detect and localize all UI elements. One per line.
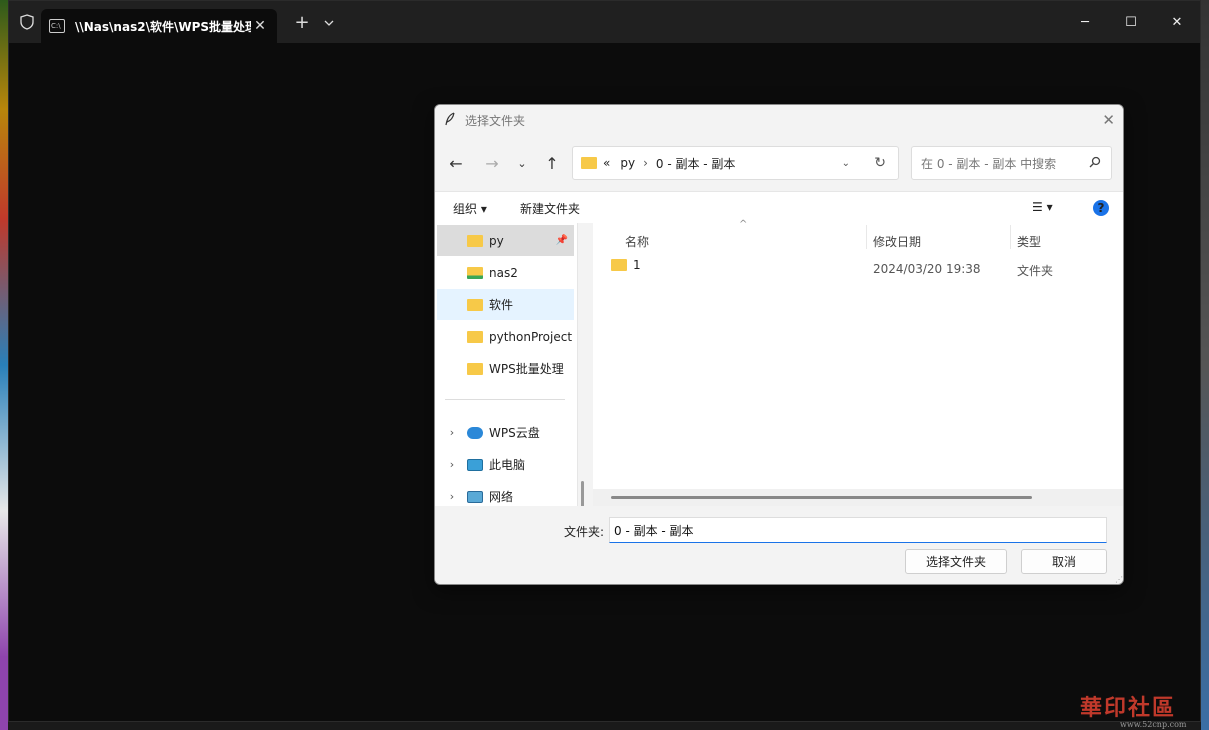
divider — [445, 399, 565, 400]
row-name: 1 — [633, 258, 641, 272]
row-date: 2024/03/20 19:38 — [873, 262, 981, 276]
nav-item-software[interactable]: 软件 — [437, 289, 574, 320]
maximize-button[interactable]: ☐ — [1108, 1, 1154, 43]
nav-item-label: pythonProject — [489, 329, 573, 344]
desktop-background-right — [1201, 0, 1209, 730]
nav-item-label: py — [489, 233, 504, 248]
folder-icon — [581, 157, 597, 169]
watermark-logo: 華印社區 www.52cnp.com — [1080, 690, 1187, 729]
folder-icon — [611, 259, 627, 271]
new-folder-button[interactable]: 新建文件夹 — [520, 200, 580, 217]
breadcrumb-separator-icon: › — [643, 156, 648, 170]
sort-arrow-icon: ^ — [739, 219, 748, 230]
nav-item-this-pc[interactable]: › 此电脑 — [437, 449, 574, 480]
up-arrow-icon[interactable]: ↑ — [537, 154, 567, 173]
tab-close-icon[interactable]: ✕ — [251, 18, 269, 34]
nav-item-nas2[interactable]: nas2 — [437, 257, 574, 288]
folder-icon — [467, 362, 483, 375]
tab-bar: C:\ \\Nas\nas2\软件\WPS批量处理 ✕ + ─ ☐ ✕ — [9, 1, 1200, 43]
nav-item-wps-cloud[interactable]: › WPS云盘 — [437, 417, 574, 448]
folder-icon — [467, 234, 483, 247]
tab-title: \\Nas\nas2\软件\WPS批量处理 — [75, 19, 251, 34]
nav-item-pythonproject[interactable]: pythonProject — [437, 321, 574, 352]
minimize-button[interactable]: ─ — [1062, 1, 1108, 43]
folder-icon — [467, 330, 483, 343]
dialog-footer: 文件夹: 0 - 副本 - 副本 选择文件夹 取消 ⋰ — [435, 506, 1123, 584]
dialog-close-icon[interactable]: ✕ — [1102, 111, 1115, 129]
dialog-title: 选择文件夹 — [465, 113, 526, 128]
breadcrumb-py[interactable]: py — [620, 156, 635, 170]
breadcrumb-current[interactable]: 0 - 副本 - 副本 — [656, 155, 736, 172]
column-name-header[interactable]: 名称 — [625, 233, 649, 250]
cloud-icon — [467, 426, 483, 439]
computer-icon — [467, 458, 483, 471]
nav-item-label: 此电脑 — [489, 458, 526, 472]
select-folder-dialog: 选择文件夹 ✕ ← → ⌄ ↑ « py › 0 - 副本 - 副本 ⌄ ↻ 在… — [434, 104, 1124, 585]
organize-button[interactable]: 组织 ▾ — [453, 200, 487, 217]
expand-chevron-icon[interactable]: › — [437, 426, 467, 439]
folder-icon — [467, 298, 483, 311]
watermark-url: www.52cnp.com — [1120, 720, 1187, 729]
new-tab-button[interactable]: + — [287, 12, 317, 33]
dialog-titlebar: 选择文件夹 ✕ — [435, 105, 1123, 135]
back-arrow-icon[interactable]: ← — [441, 154, 471, 173]
nav-item-label: WPS云盘 — [489, 426, 540, 440]
nav-item-label: WPS批量处理 — [489, 362, 564, 376]
folder-label: 文件夹: — [564, 525, 605, 539]
expand-chevron-icon[interactable]: › — [437, 458, 467, 471]
refresh-icon[interactable]: ↻ — [874, 155, 886, 171]
row-type: 文件夹 — [1017, 264, 1054, 278]
address-bar[interactable]: « py › 0 - 副本 - 副本 ⌄ ↻ — [572, 146, 899, 180]
watermark-text: 華印社區 — [1080, 695, 1177, 721]
table-row[interactable]: 1 — [611, 258, 641, 272]
search-icon — [1089, 156, 1101, 171]
folder-name-value: 0 - 副本 - 副本 — [614, 523, 694, 538]
resize-grip-icon[interactable]: ⋰ — [1115, 575, 1123, 584]
column-divider[interactable] — [1010, 225, 1011, 249]
nav-item-py[interactable]: py 📌 — [437, 225, 574, 256]
feather-icon — [445, 111, 459, 129]
nav-item-label: 网络 — [489, 490, 514, 504]
file-list: ^ 名称 修改日期 类型 1 2024/03/20 19:38 文件夹 — [593, 219, 1123, 506]
terminal-tab[interactable]: C:\ \\Nas\nas2\软件\WPS批量处理 ✕ — [41, 9, 277, 43]
forward-arrow-icon[interactable]: → — [477, 154, 507, 173]
column-divider[interactable] — [866, 225, 867, 249]
command-bar: 组织 ▾ 新建文件夹 ☰ ▾ ? — [435, 191, 1123, 223]
navigation-pane: py 📌 nas2 软件 pythonProject WPS批量处理 › WPS… — [435, 223, 584, 579]
horizontal-scrollbar[interactable] — [611, 496, 1032, 499]
desktop-background-left — [0, 0, 8, 730]
column-date-header[interactable]: 修改日期 — [873, 233, 921, 250]
select-folder-button[interactable]: 选择文件夹 — [905, 549, 1007, 574]
window-controls: ─ ☐ ✕ — [1062, 1, 1200, 43]
nav-item-label: nas2 — [489, 265, 518, 280]
search-placeholder: 在 0 - 副本 - 副本 中搜索 — [921, 156, 1057, 171]
help-icon[interactable]: ? — [1093, 200, 1109, 216]
cancel-button[interactable]: 取消 — [1021, 549, 1107, 574]
network-icon — [467, 490, 483, 503]
recent-locations-chevron-icon[interactable]: ⌄ — [507, 157, 537, 170]
address-dropdown-icon[interactable]: ⌄ — [842, 158, 850, 169]
folder-name-input[interactable]: 0 - 副本 - 副本 — [609, 517, 1107, 543]
expand-chevron-icon[interactable]: › — [437, 490, 467, 503]
address-overflow[interactable]: « — [603, 156, 610, 170]
terminal-icon: C:\ — [49, 19, 65, 33]
chevron-down-icon[interactable] — [317, 16, 341, 29]
nav-item-wps-batch[interactable]: WPS批量处理 — [437, 353, 574, 384]
network-drive-icon — [467, 266, 483, 279]
shield-icon — [13, 1, 41, 43]
search-input[interactable]: 在 0 - 副本 - 副本 中搜索 — [911, 146, 1112, 180]
view-options-button[interactable]: ☰ ▾ — [1032, 200, 1053, 214]
close-button[interactable]: ✕ — [1154, 1, 1200, 43]
pin-icon: 📌 — [555, 235, 568, 246]
column-type-header[interactable]: 类型 — [1017, 233, 1041, 250]
nav-item-label: 软件 — [489, 298, 514, 312]
